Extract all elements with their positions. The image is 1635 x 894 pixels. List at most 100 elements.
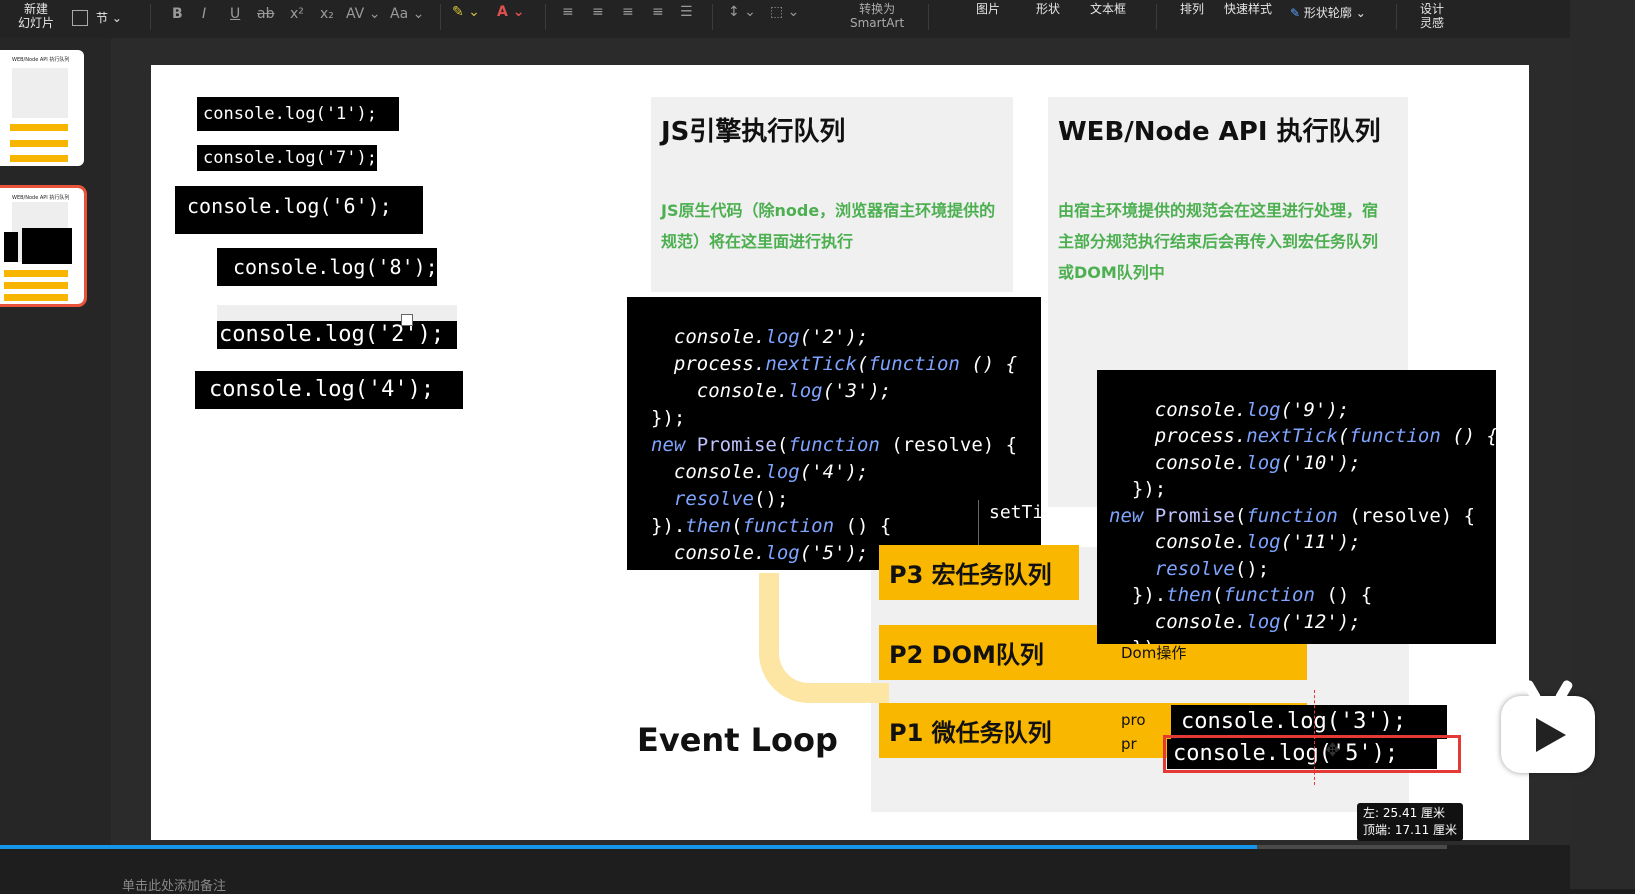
code-block-log-7[interactable]: console.log('7'); (197, 145, 377, 171)
slide-thumbnail-1[interactable]: WEB/Node API 执行队列 (0, 50, 84, 166)
code-line: console.log('4'); (209, 377, 435, 402)
tooltip-top: 顶端: 17.11 厘米 (1363, 823, 1458, 837)
settimeout-fragment: setTi (989, 502, 1044, 523)
bold-button[interactable]: B (172, 6, 183, 22)
code-block-log-2[interactable]: console.log('2'); (217, 321, 457, 349)
code-line: new Promise(function (resolve) { (651, 434, 1018, 456)
change-case-label: Aa (390, 6, 409, 22)
notes-placeholder[interactable]: 单击此处添加备注 (122, 875, 226, 894)
position-tooltip: 左: 25.41 厘米 顶端: 17.11 厘米 (1357, 803, 1464, 841)
bottom-bar: 单击此处添加备注 (0, 845, 1635, 894)
code-line: console.log('5'); (651, 542, 869, 564)
code-line: }); (1109, 637, 1166, 644)
char-spacing-label: AV (346, 6, 365, 22)
textbox-button[interactable]: 文本框 (1090, 2, 1126, 16)
video-progress[interactable] (0, 845, 1257, 849)
code-line: }).then(function () { (1109, 584, 1373, 606)
code-screenshot-right[interactable]: console.log('9'); process.nextTick(funct… (1097, 370, 1496, 644)
text-box-align-icon[interactable]: ⬚ ⌄ (770, 4, 799, 20)
macro-task-label: P3 宏任务队列 (889, 561, 1052, 589)
tooltip-left: 左: 25.41 厘米 (1363, 806, 1446, 820)
code-line: console.log('1'); (203, 104, 377, 124)
selection-strip (217, 305, 457, 321)
new-slide-button[interactable]: 新建 幻灯片 (18, 2, 54, 30)
code-line: process.nextTick(function () { (1109, 425, 1496, 447)
italic-button[interactable]: I (202, 6, 206, 22)
thumbnail-2-title: WEB/Node API 执行队列 (12, 195, 70, 201)
convert-smartart-button[interactable]: 转换为 SmartArt (850, 2, 904, 30)
code-block-log-6[interactable]: console.log('6'); (175, 186, 423, 234)
superscript-button[interactable]: x² (290, 6, 304, 22)
code-line: resolve(); (1154, 557, 1270, 580)
picture-button[interactable]: 图片 (976, 2, 1000, 16)
code-line: console.log('8'); (233, 255, 438, 279)
section-label: 节 (96, 11, 109, 25)
code-line: console.log('12'); (1109, 610, 1361, 633)
line-spacing-icon[interactable]: ↕ ⌄ (728, 4, 756, 20)
justify-icon[interactable]: ≡ (652, 4, 664, 20)
code-line: }).then(function () { (651, 515, 892, 537)
web-api-title: WEB/Node API 执行队列 (1058, 117, 1381, 147)
code-line: console.log('7'); (203, 148, 377, 168)
char-spacing-button[interactable]: AV ⌄ (346, 6, 380, 22)
macro-task-queue[interactable]: P3 宏任务队列 (879, 545, 1079, 600)
event-loop-label: Event Loop (637, 721, 838, 759)
js-engine-desc: JS原生代码（除node，浏览器宿主环境提供的规范）将在这里面进行执行 (661, 201, 996, 251)
video-player-button[interactable] (1501, 678, 1595, 773)
code-line: console.log('2'); (651, 326, 869, 348)
code-line: console.log('6'); (187, 194, 392, 218)
micro-task-label: P1 微任务队列 (889, 719, 1052, 747)
pen-icon: ✎ (1290, 6, 1301, 20)
code-block-log-4[interactable]: console.log('4'); (195, 371, 463, 409)
code-line: }); (651, 569, 685, 570)
code-line: new Promise(function (resolve) { (1109, 504, 1476, 527)
code-block-log-1[interactable]: console.log('1'); (197, 97, 399, 131)
play-icon (1536, 718, 1566, 752)
shape-button[interactable]: 形状 (1036, 2, 1060, 16)
slide-thumbnail-panel[interactable]: WEB/Node API 执行队列 WEB/Node API 执行队列 (0, 38, 112, 845)
dom-queue-label: P2 DOM队列 (889, 641, 1044, 669)
subscript-button[interactable]: x₂ (320, 6, 334, 22)
columns-icon[interactable]: ☰ (680, 4, 693, 20)
slide[interactable]: console.log('1'); console.log('7'); cons… (151, 65, 1529, 840)
font-color-icon[interactable]: A ⌄ (497, 4, 524, 20)
resize-handle[interactable] (401, 314, 413, 326)
section-button[interactable]: 节 ⌄ (96, 11, 122, 25)
move-cursor-icon: ✥ (1325, 740, 1341, 761)
js-engine-panel: JS引擎执行队列 JS原生代码（除node，浏览器宿主环境提供的规范）将在这里面… (651, 97, 1013, 292)
shape-outline-button[interactable]: ✎ 形状轮廓 ⌄ (1290, 6, 1366, 20)
code-block-log-8[interactable]: console.log('8'); (217, 248, 438, 286)
slide-thumbnail-2-selected[interactable]: WEB/Node API 执行队列 (0, 185, 87, 307)
code-line: console.log('11'); (1109, 531, 1361, 553)
underline-button[interactable]: U (230, 6, 240, 22)
dom-queue-note: Dom操作 (1121, 644, 1187, 662)
event-loop-arrow (759, 573, 889, 703)
js-engine-title: JS引擎执行队列 (661, 117, 846, 147)
highlight-icon[interactable]: ✎ ⌄ (452, 4, 480, 20)
align-center-icon[interactable]: ≡ (592, 4, 604, 20)
code-line: console.log('4'); (651, 461, 869, 483)
code-line: }); (1109, 478, 1167, 500)
code-line: console.log('3'); (651, 380, 892, 402)
code-line: process.nextTick(function () { (651, 353, 1018, 375)
design-ideas-button[interactable]: 设计 灵感 (1420, 2, 1444, 30)
micro-prefix-b: pr (1121, 735, 1137, 753)
guide-line (1314, 690, 1315, 785)
micro-prefix-a: pro (1121, 711, 1146, 729)
strikethrough-button[interactable]: ab (257, 6, 274, 22)
ribbon-toolbar: 新建 幻灯片 节 ⌄ B I U ab x² x₂ AV ⌄ Aa ⌄ ✎ ⌄ … (0, 0, 1570, 39)
shape-outline-label: 形状轮廓 (1303, 6, 1352, 20)
change-case-button[interactable]: Aa ⌄ (390, 6, 424, 22)
align-left-icon[interactable]: ≡ (562, 4, 574, 20)
arrange-button[interactable]: 排列 (1180, 2, 1204, 16)
web-api-desc: 由宿主环境提供的规范会在这里进行处理，宿主部分规范执行结束后会再传入到宏任务队列… (1058, 201, 1379, 282)
align-right-icon[interactable]: ≡ (622, 4, 634, 20)
code-line: }); (651, 407, 686, 429)
selection-box[interactable] (1163, 735, 1461, 773)
code-line: console.log('10'); (1109, 451, 1361, 474)
micro-code-log-3[interactable]: console.log('3'); (1171, 705, 1447, 739)
layout-icon[interactable] (72, 10, 88, 26)
thumbnail-1-title: WEB/Node API 执行队列 (12, 57, 70, 63)
quick-styles-button[interactable]: 快速样式 (1224, 2, 1272, 16)
code-line: resolve(); (673, 488, 789, 510)
